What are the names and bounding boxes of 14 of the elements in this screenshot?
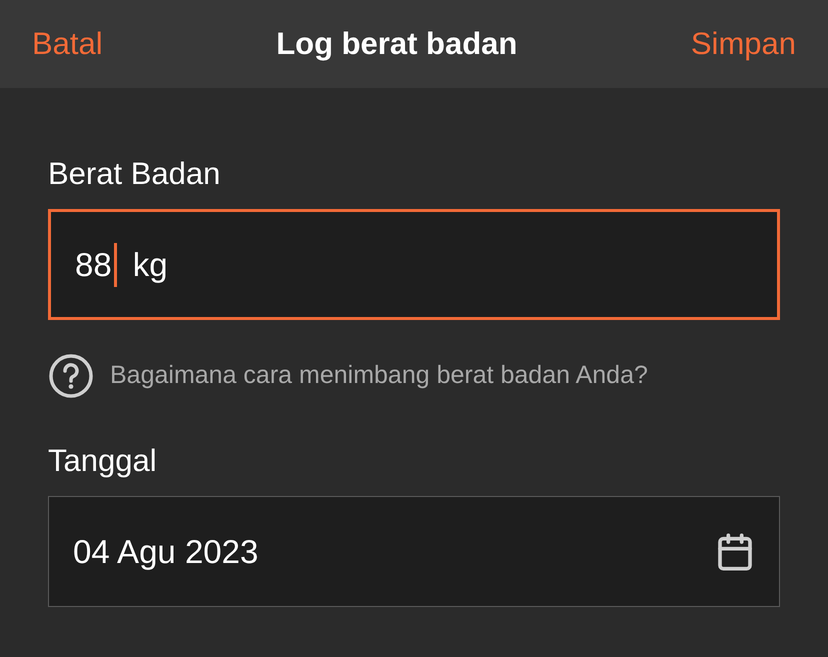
date-value: 04 Agu 2023 [73,532,258,572]
calendar-icon[interactable] [715,532,755,572]
weight-value: 88 [75,244,112,285]
page-title: Log berat badan [276,24,518,63]
field-label: Tanggal [48,445,158,476]
save-button[interactable]: Simpan [690,20,796,68]
help-link[interactable]: Bagaimana cara menimbang berat badan Anda? [110,357,648,395]
text-cursor [114,242,117,286]
weight-input-field[interactable]: 88 kg [48,209,780,320]
field-label: Berat Badan [48,158,222,189]
cancel-button[interactable]: Batal [32,20,103,68]
help-icon[interactable] [48,353,94,399]
date-field[interactable]: 04 Agu 2023 [48,496,780,607]
unit-label: kg [132,244,168,285]
